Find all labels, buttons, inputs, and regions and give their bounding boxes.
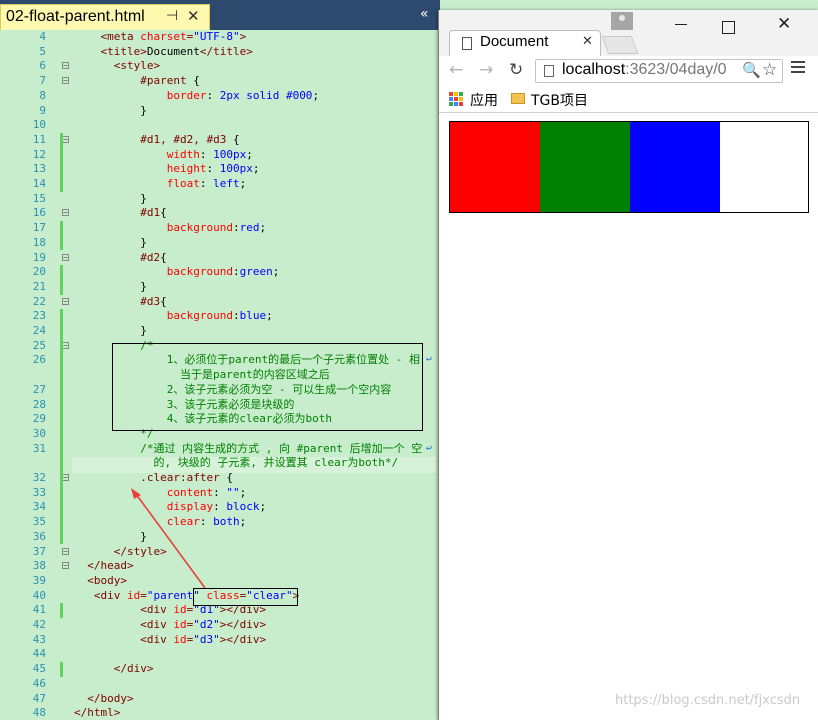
document-icon (462, 37, 472, 50)
box-d1 (450, 122, 540, 212)
address-bar[interactable]: localhost:3623/04day/0 🔍 ☆ (535, 59, 783, 83)
watermark: https://blog.csdn.net/fjxcsdn (615, 693, 801, 708)
star-icon[interactable]: ☆ (762, 60, 777, 80)
browser-tab-label: Document (480, 33, 549, 50)
parent-box (449, 121, 809, 213)
reload-icon[interactable]: ↻ (509, 60, 523, 80)
page-viewport[interactable] (439, 113, 818, 720)
code-editor[interactable]: 02-float-parent.html ⊣ ✕ « 4 <meta chars… (0, 0, 440, 720)
url-text: localhost:3623/04day/0 (562, 61, 727, 78)
page-info-icon[interactable] (544, 65, 554, 77)
bookmark-apps[interactable]: 应用 (470, 90, 498, 110)
maximize-icon[interactable] (722, 21, 735, 34)
browser-tab-document[interactable]: Document ✕ (449, 30, 601, 59)
apps-grid-icon[interactable] (449, 92, 463, 106)
zoom-icon[interactable]: 🔍 (742, 61, 761, 79)
back-arrow-icon[interactable]: ← (449, 60, 463, 80)
menu-icon[interactable] (791, 61, 805, 75)
browser-toolbar: ← → ↻ localhost:3623/04day/0 🔍 ☆ (439, 56, 818, 86)
close-icon[interactable]: ✕ (582, 34, 593, 49)
bookmarks-bar: 应用 TGB项目 (439, 86, 818, 113)
forward-arrow-icon[interactable]: → (479, 60, 493, 80)
minimize-icon[interactable] (672, 14, 692, 34)
box-d2 (540, 122, 630, 212)
box-d3 (630, 122, 720, 212)
annotation-arrow (131, 488, 206, 589)
browser-title-bar: Document ✕ ✕ (439, 10, 818, 59)
folder-icon[interactable] (511, 93, 525, 104)
new-tab-button[interactable] (601, 36, 639, 54)
bookmark-folder-tgb[interactable]: TGB项目 (531, 90, 588, 110)
profile-icon[interactable] (611, 12, 633, 30)
close-window-icon[interactable]: ✕ (777, 14, 791, 34)
browser-window[interactable]: Document ✕ ✕ ← → ↻ localhost:3623/04day/… (438, 10, 818, 720)
